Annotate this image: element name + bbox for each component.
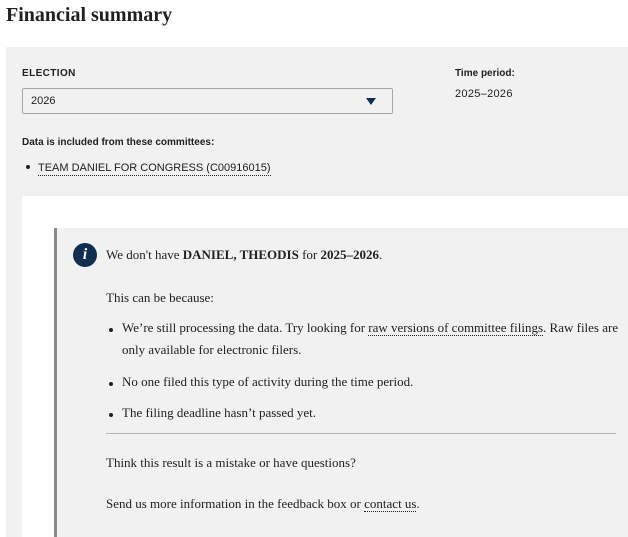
no-data-notice: i We don't have DANIEL, THEODIS for 2025…: [54, 228, 628, 537]
bullet-icon: [109, 382, 113, 386]
info-icon: i: [73, 243, 97, 267]
committee-link[interactable]: TEAM DANIEL FOR CONGRESS (C00916015): [38, 162, 271, 176]
results-area: i We don't have DANIEL, THEODIS for 2025…: [22, 196, 628, 537]
chevron-down-icon: [366, 98, 376, 105]
committee-list-item: TEAM DANIEL FOR CONGRESS (C00916015): [26, 162, 271, 176]
contact-text: Send us more information in the feedback…: [106, 496, 420, 512]
election-select[interactable]: 2026: [22, 88, 393, 114]
page-title: Financial summary: [6, 4, 173, 26]
reason-item: No one filed this type of activity durin…: [122, 374, 414, 389]
bullet-icon: [109, 413, 113, 417]
reason-item: We’re still processing the data. Try loo…: [122, 320, 619, 357]
notice-period: 2025–2026: [320, 247, 380, 262]
time-period-value: 2025–2026: [455, 88, 513, 100]
divider: [106, 433, 616, 434]
bullet-icon: [26, 165, 30, 170]
reason-item: The filing deadline hasn’t passed yet.: [122, 405, 316, 420]
time-period-label: Time period:: [455, 68, 515, 79]
candidate-name: DANIEL, THEODIS: [182, 247, 299, 262]
election-label: ELECTION: [22, 68, 76, 79]
filter-panel: ELECTION 2026 Time period: 2025–2026 Dat…: [6, 47, 628, 537]
contact-us-link[interactable]: contact us: [364, 496, 417, 512]
notice-message: We don't have DANIEL, THEODIS for 2025–2…: [106, 247, 383, 262]
raw-filings-link[interactable]: raw versions of committee filings: [368, 320, 544, 336]
committees-label: Data is included from these committees:: [22, 137, 215, 148]
question-text: Think this result is a mistake or have q…: [106, 455, 356, 470]
bullet-icon: [109, 328, 113, 332]
reasons-intro: This can be because:: [106, 290, 214, 305]
election-select-value: 2026: [31, 95, 56, 107]
